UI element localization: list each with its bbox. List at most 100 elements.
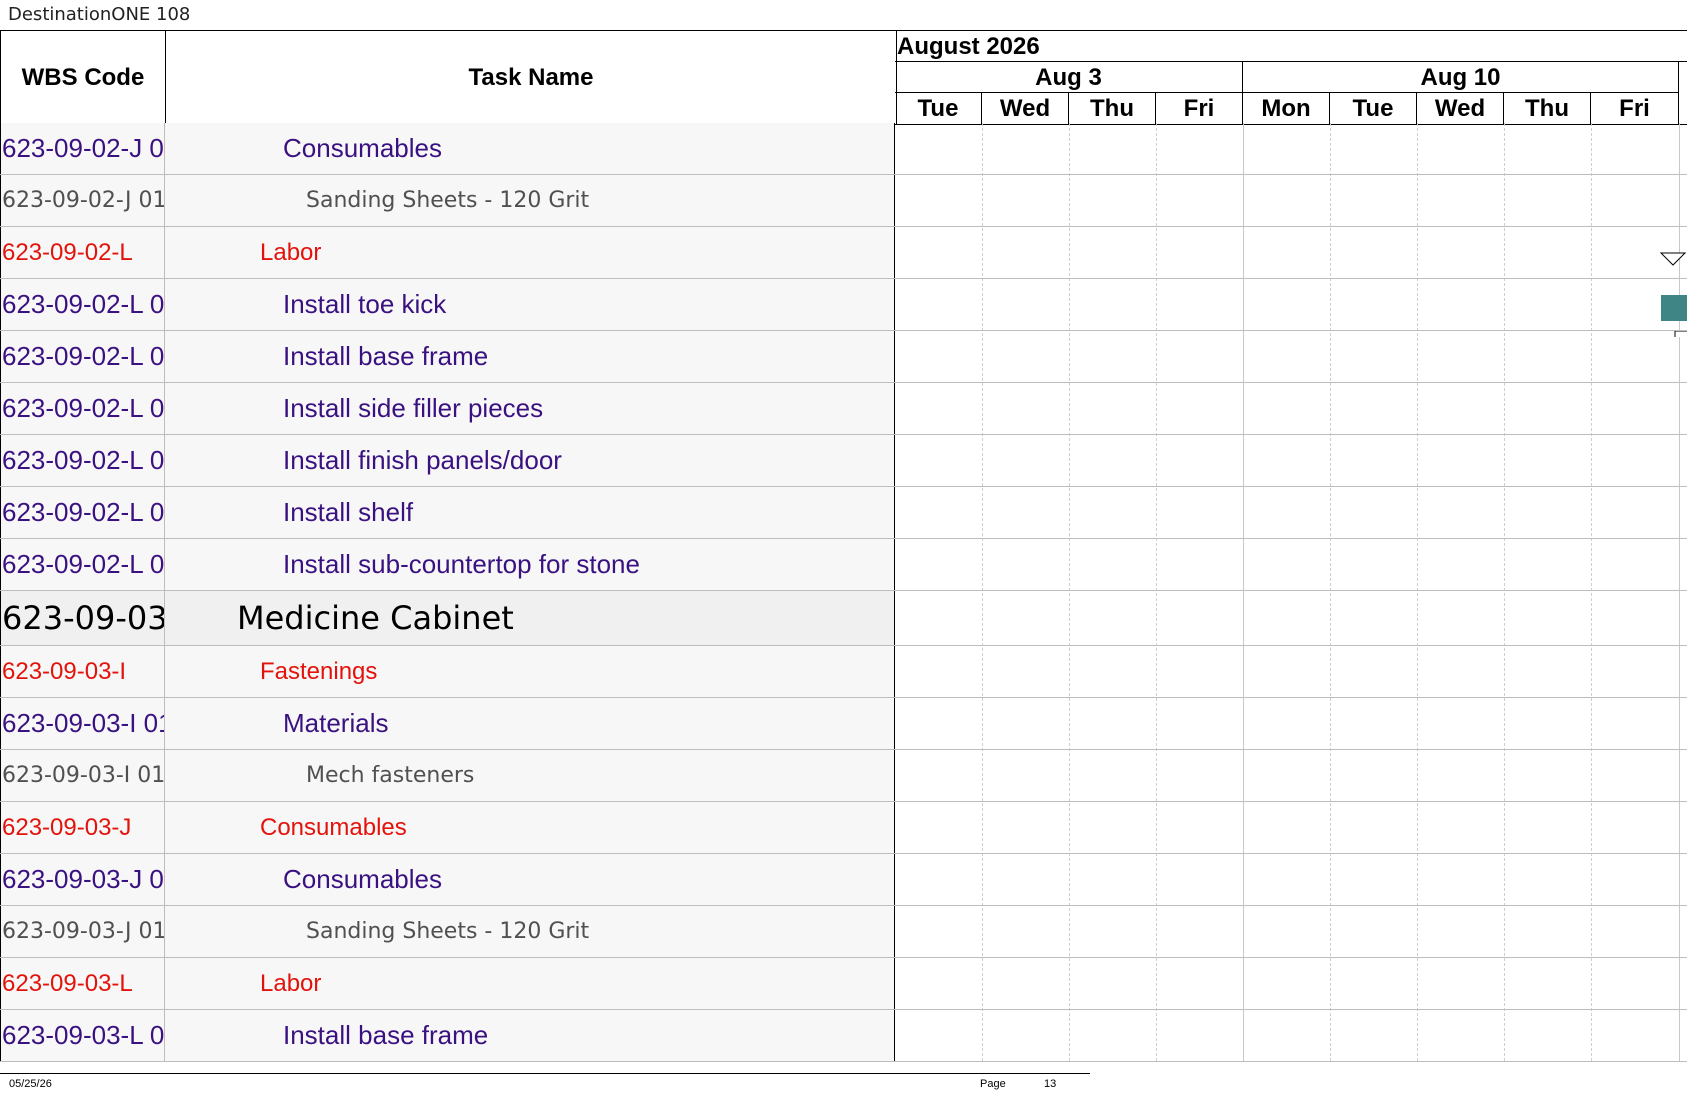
wbs-code-cell[interactable]: 623-09-02-L 01 (0, 279, 165, 330)
timescale-day: Mon (1243, 93, 1330, 124)
table-row[interactable]: 623-09-02-L 02 Install base frame (0, 331, 1687, 383)
task-name-text: Install base frame (283, 1020, 489, 1050)
task-name-text: Consumables (283, 133, 442, 163)
task-name-cell[interactable]: Install side filler pieces (165, 383, 895, 434)
timescale: August 2026 Aug 3 Aug 10 Tue Wed Thu Fri… (895, 30, 1687, 125)
table-row[interactable]: 623-09-02-L 06 Install sub-countertop for… (0, 539, 1687, 591)
table-row[interactable]: 623-09-03-I Fastenings (0, 646, 1687, 698)
task-name-cell[interactable]: Fastenings (165, 646, 895, 697)
wbs-code-text: 623-09-02-L (2, 238, 133, 266)
task-name-text: Fastenings (260, 657, 378, 685)
table-row[interactable]: 623-09-03-L Labor (0, 958, 1687, 1010)
table-row[interactable]: 623-09-03-J 01 Sanding Sheets - 120 Grit (0, 906, 1687, 958)
task-name-cell[interactable]: Mech fasteners (165, 750, 895, 801)
task-name-cell[interactable]: Install base frame (165, 1010, 895, 1061)
table-row[interactable]: 623-09-03-I 01 Materials (0, 698, 1687, 750)
wbs-code-text: 623-09-02-L 02 (2, 341, 165, 371)
timescale-day: Tue (1330, 93, 1417, 124)
wbs-code-text: 623-09-02-J 01 (2, 133, 165, 163)
wbs-code-cell[interactable]: 623-09-03-I 01 (0, 698, 165, 749)
timescale-day: Wed (1417, 93, 1504, 124)
task-name-cell[interactable]: Sanding Sheets - 120 Grit (165, 906, 895, 957)
task-name-cell[interactable]: Labor (165, 958, 895, 1009)
wbs-code-cell[interactable]: 623-09-03-J (0, 802, 165, 853)
timescale-day: Fri (1156, 93, 1243, 124)
task-name-cell[interactable]: Install shelf (165, 487, 895, 538)
wbs-code-text: 623-09-02-J 01 (2, 188, 165, 213)
footer-page-label: Page (980, 1078, 1006, 1090)
footer-date: 05/25/26 (9, 1078, 52, 1090)
table-row[interactable]: 623-09-03-I 01 Mech fasteners (0, 750, 1687, 802)
task-name-cell[interactable]: Install sub-countertop for stone (165, 539, 895, 590)
wbs-code-column-header[interactable]: WBS Code (0, 30, 165, 125)
timescale-week: Aug 10 (1243, 62, 1679, 93)
wbs-code-cell[interactable]: 623-09-03 (0, 591, 165, 645)
table-row[interactable]: 623-09-03-J Consumables (0, 802, 1687, 854)
table-row[interactable]: 623-09-02-L Labor (0, 227, 1687, 279)
task-name-text: Medicine Cabinet (237, 599, 514, 637)
wbs-code-cell[interactable]: 623-09-02-J 01 (0, 175, 165, 226)
wbs-code-text: 623-09-03-J 01 (2, 864, 165, 894)
table-row[interactable]: 623-09-03-L 01 Install base frame (0, 1010, 1687, 1062)
task-name-cell[interactable]: Materials (165, 698, 895, 749)
task-name-text: Labor (260, 238, 322, 266)
wbs-code-cell[interactable]: 623-09-02-L 03 (0, 383, 165, 434)
wbs-code-text: 623-09-03-I 01 (2, 763, 165, 788)
table-row[interactable]: 623-09-02-L 01 Install toe kick (0, 279, 1687, 331)
task-name-text: Install side filler pieces (283, 393, 544, 423)
task-name-text: Install sub-countertop for stone (283, 549, 640, 579)
task-name-cell[interactable]: Install toe kick (165, 279, 895, 330)
wbs-code-text: 623-09-03-I (2, 657, 127, 685)
task-name-text: Install shelf (283, 497, 414, 527)
wbs-code-text: 623-09-02-L 01 (2, 289, 165, 319)
wbs-code-cell[interactable]: 623-09-03-I 01 (0, 750, 165, 801)
task-name-text: Sanding Sheets - 120 Grit (306, 919, 590, 944)
task-name-text: Install base frame (283, 341, 489, 371)
wbs-code-cell[interactable]: 623-09-03-J 01 (0, 906, 165, 957)
wbs-code-cell[interactable]: 623-09-03-L 01 (0, 1010, 165, 1061)
table-row[interactable]: 623-09-02-L 03 Install side filler pieces (0, 383, 1687, 435)
table-row[interactable]: 623-09-02-L 05 Install shelf (0, 487, 1687, 539)
footer-divider (0, 1073, 1090, 1074)
wbs-code-text: 623-09-03 (2, 599, 165, 637)
task-name-text: Consumables (283, 864, 442, 894)
table-row[interactable]: 623-09-02-J 01 Sanding Sheets - 120 Grit (0, 175, 1687, 227)
task-name-cell[interactable]: Consumables (165, 802, 895, 853)
task-name-text: Mech fasteners (306, 763, 475, 788)
wbs-code-cell[interactable]: 623-09-02-L (0, 227, 165, 278)
task-name-cell[interactable]: Consumables (165, 123, 895, 174)
wbs-code-cell[interactable]: 623-09-02-L 05 (0, 487, 165, 538)
task-name-text: Materials (283, 708, 389, 738)
task-name-cell[interactable]: Sanding Sheets - 120 Grit (165, 175, 895, 226)
wbs-code-cell[interactable]: 623-09-03-I (0, 646, 165, 697)
wbs-code-text: 623-09-03-J 01 (2, 919, 165, 944)
wbs-code-cell[interactable]: 623-09-02-L 02 (0, 331, 165, 382)
timescale-day: Tue (895, 93, 982, 124)
column-header-row: WBS Code Task Name August 2026 Aug 3 Aug… (0, 30, 1687, 125)
wbs-code-text: 623-09-02-L 03 (2, 393, 165, 423)
wbs-code-cell[interactable]: 623-09-03-L (0, 958, 165, 1009)
wbs-code-text: 623-09-03-I 01 (2, 708, 165, 738)
timescale-day: Thu (1504, 93, 1591, 124)
summary-row[interactable]: 623-09-03 Medicine Cabinet (0, 591, 1687, 646)
wbs-code-cell[interactable]: 623-09-03-J 01 (0, 854, 165, 905)
task-name-cell[interactable]: Labor (165, 227, 895, 278)
wbs-code-text: 623-09-02-L 06 (2, 549, 165, 579)
wbs-code-cell[interactable]: 623-09-02-L 04 (0, 435, 165, 486)
wbs-code-text: 623-09-03-J (2, 813, 132, 841)
wbs-code-text: 623-09-03-L 01 (2, 1020, 165, 1050)
table-row[interactable]: 623-09-03-J 01 Consumables (0, 854, 1687, 906)
task-name-cell[interactable]: Install finish panels/door (165, 435, 895, 486)
wbs-code-cell[interactable]: 623-09-02-L 06 (0, 539, 165, 590)
task-name-cell[interactable]: Consumables (165, 854, 895, 905)
task-name-cell[interactable]: Medicine Cabinet (165, 591, 895, 645)
wbs-code-cell[interactable]: 623-09-02-J 01 (0, 123, 165, 174)
task-name-text: Labor (260, 969, 322, 997)
task-name-text: Install finish panels/door (283, 445, 562, 475)
table-row[interactable]: 623-09-02-J 01 Consumables (0, 123, 1687, 175)
task-name-column-header[interactable]: Task Name (165, 30, 897, 125)
task-name-cell[interactable]: Install base frame (165, 331, 895, 382)
page-header: DestinationONE 108 (8, 4, 191, 25)
table-row[interactable]: 623-09-02-L 04 Install finish panels/door (0, 435, 1687, 487)
task-name-text: Sanding Sheets - 120 Grit (306, 188, 590, 213)
